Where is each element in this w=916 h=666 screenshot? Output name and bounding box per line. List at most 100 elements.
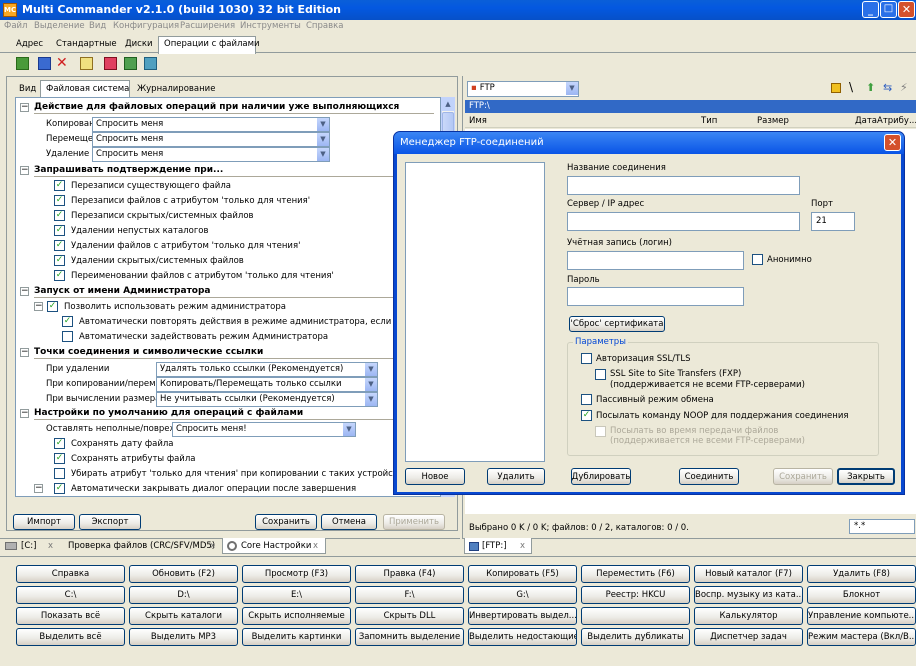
import-button[interactable]: Импорт <box>13 514 75 530</box>
ribbon-tab-address[interactable]: Адрес <box>16 39 43 49</box>
rename-icon[interactable] <box>80 57 93 70</box>
tab-core-settings[interactable]: Core Настройки <box>241 541 311 551</box>
fkey-button[interactable]: Управление компьюте... <box>807 607 916 625</box>
ribbon-tab-standard[interactable]: Стандартные <box>56 39 117 49</box>
tab-filesystem[interactable]: Файловая система <box>46 84 129 94</box>
delete-action-select[interactable]: Спросить меня ▼ <box>92 147 330 162</box>
cancel-button[interactable]: Отмена <box>321 514 377 530</box>
menu-select[interactable]: Выделение <box>34 21 85 31</box>
collapse-icon[interactable]: − <box>20 409 29 418</box>
tab-drive-c[interactable]: [C:] <box>21 541 36 551</box>
connect-button[interactable]: Соединить <box>679 468 739 485</box>
ribbon-tab-fileops[interactable]: Операции с файлами <box>164 39 260 49</box>
fkey-button[interactable]: Скрыть исполняемые <box>242 607 351 625</box>
new-button[interactable]: Новое <box>405 468 465 485</box>
path-bar[interactable]: FTP:\ <box>465 100 916 113</box>
incomplete-select[interactable]: Спросить меня! ▼ <box>172 422 356 437</box>
collapse-icon[interactable]: − <box>20 103 29 112</box>
checkbox-confirm-delete-hidden[interactable]: ✓ <box>54 255 65 266</box>
fkey-button[interactable]: Скрыть DLL <box>355 607 464 625</box>
checkbox-remove-ro[interactable] <box>54 468 65 479</box>
fkey-button[interactable]: D:\ <box>129 586 238 604</box>
fkey-button[interactable]: Новый каталог (F7) <box>694 565 803 583</box>
filter-input[interactable]: *.* <box>849 519 915 534</box>
collapse-icon[interactable]: − <box>34 302 43 311</box>
col-size[interactable]: Размер <box>757 116 789 126</box>
menu-file[interactable]: Файл <box>4 21 27 31</box>
checkbox-confirm-overwrite[interactable]: ✓ <box>54 180 65 191</box>
reset-cert-button[interactable]: 'Сброс' сертификата <box>569 316 665 332</box>
checkbox-confirm-delete-ro[interactable]: ✓ <box>54 240 65 251</box>
menu-view[interactable]: Вид <box>89 21 106 31</box>
close-icon[interactable]: x <box>210 541 215 551</box>
checkbox-passive[interactable] <box>581 394 592 405</box>
fkey-button[interactable]: Блокнот <box>807 586 916 604</box>
split-icon[interactable] <box>124 57 137 70</box>
tab-logging[interactable]: Журналирование <box>137 84 215 94</box>
slash-icon[interactable]: \ <box>849 80 853 94</box>
close-icon[interactable]: x <box>48 541 53 551</box>
save-button[interactable]: Сохранить <box>255 514 317 530</box>
checkbox-fxp[interactable] <box>595 369 606 380</box>
checkbox-admin-retry[interactable]: ✓ <box>62 316 73 327</box>
checkbox-confirm-delete-nonempty[interactable]: ✓ <box>54 225 65 236</box>
checkbox-confirm-overwrite-ro[interactable]: ✓ <box>54 195 65 206</box>
move-action-select[interactable]: Спросить меня ▼ <box>92 132 330 147</box>
maximize-button[interactable]: □ <box>880 1 897 18</box>
conn-name-input[interactable] <box>567 176 800 195</box>
checkbox-anonymous[interactable] <box>752 254 763 265</box>
checkbox-autoclose[interactable]: ✓ <box>54 483 65 494</box>
ribbon-tab-disks[interactable]: Диски <box>125 39 153 49</box>
dialog-close-btn[interactable]: Закрыть <box>837 468 895 485</box>
links-copy-select[interactable]: Копировать/Перемещать только ссылки ▼ <box>156 377 378 392</box>
fkey-button[interactable]: Правка (F4) <box>355 565 464 583</box>
dialog-save-button[interactable]: Сохранить <box>773 468 833 485</box>
connections-list[interactable] <box>405 162 545 462</box>
fkey-button[interactable]: Показать всё <box>16 607 125 625</box>
fkey-button[interactable]: Инвертировать выдел... <box>468 607 577 625</box>
checkbox-noop[interactable]: ✓ <box>581 410 592 421</box>
fkey-button[interactable]: Диспетчер задач <box>694 628 803 646</box>
links-size-select[interactable]: Не учитывать ссылки (Рекомендуется) ▼ <box>156 392 378 407</box>
fkey-button[interactable]: Выделить MP3 <box>129 628 238 646</box>
close-icon[interactable]: x <box>520 541 525 551</box>
links-delete-select[interactable]: Удалять только ссылки (Рекомендуется) ▼ <box>156 362 378 377</box>
disconnect-icon[interactable]: ⚡ <box>900 81 908 94</box>
attributes-icon[interactable] <box>104 57 117 70</box>
fkey-button[interactable]: Копировать (F5) <box>468 565 577 583</box>
fkey-button[interactable]: C:\ <box>16 586 125 604</box>
port-input[interactable]: 21 <box>811 212 855 231</box>
collapse-icon[interactable]: − <box>20 348 29 357</box>
copy-icon[interactable] <box>16 57 29 70</box>
collapse-icon[interactable]: − <box>20 287 29 296</box>
menu-tools[interactable]: Инструменты <box>240 21 301 31</box>
move-icon[interactable] <box>38 57 51 70</box>
fkey-button[interactable] <box>581 607 690 625</box>
fkey-button[interactable]: Запомнить выделение <box>355 628 464 646</box>
fkey-button[interactable]: Скрыть каталоги <box>129 607 238 625</box>
checkbox-admin-auto[interactable] <box>62 331 73 342</box>
apply-button[interactable]: Применить <box>383 514 445 530</box>
checkbox-ssl[interactable] <box>581 353 592 364</box>
fkey-button[interactable]: Калькулятор <box>694 607 803 625</box>
fkey-button[interactable]: Режим мастера (Вкл/В... <box>807 628 916 646</box>
up-dir-icon[interactable]: ⬆ <box>866 81 875 94</box>
fkey-button[interactable]: Воспр. музыку из ката... <box>694 586 803 604</box>
combine-icon[interactable] <box>144 57 157 70</box>
swap-icon[interactable]: ⇆ <box>883 81 892 94</box>
menu-extensions[interactable]: Расширения <box>180 21 235 31</box>
tab-ftp[interactable]: [FTP:] <box>482 541 507 551</box>
menu-config[interactable]: Конфигурация <box>113 21 179 31</box>
fkey-button[interactable]: Удалить (F8) <box>807 565 916 583</box>
fkey-button[interactable]: Выделить всё <box>16 628 125 646</box>
menu-help[interactable]: Справка <box>306 21 343 31</box>
tab-checksum[interactable]: Проверка файлов (CRC/SFV/MD5) <box>68 541 215 551</box>
checkbox-noop-transfer[interactable] <box>595 426 606 437</box>
col-type[interactable]: Тип <box>701 116 717 126</box>
col-name[interactable]: Имя <box>469 116 487 126</box>
fkey-button[interactable]: Просмотр (F3) <box>242 565 351 583</box>
duplicate-button[interactable]: Дублировать <box>571 468 631 485</box>
checkbox-keep-attrs[interactable]: ✓ <box>54 453 65 464</box>
fkey-button[interactable]: Выделить недостающие <box>468 628 577 646</box>
bookmark-icon[interactable] <box>831 83 841 93</box>
